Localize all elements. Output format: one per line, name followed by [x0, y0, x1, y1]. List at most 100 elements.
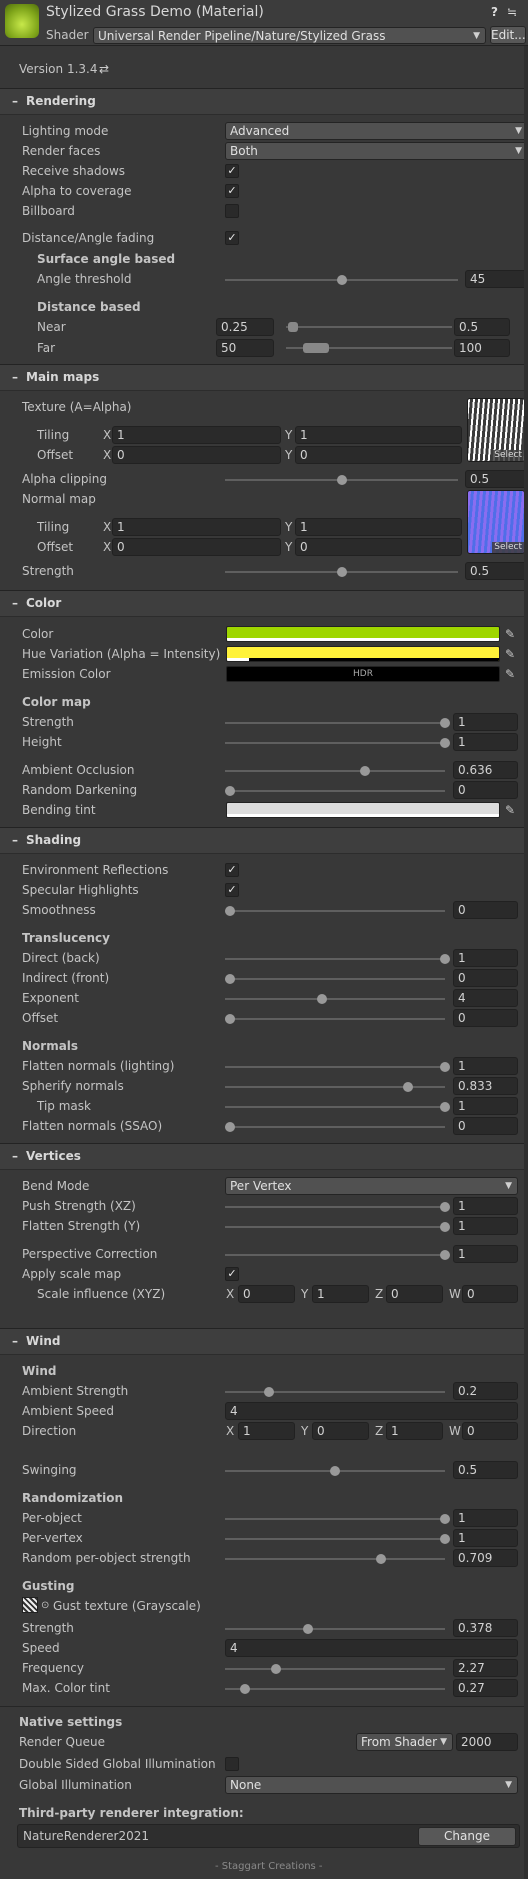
- section-shading-header[interactable]: – Shading: [0, 827, 528, 854]
- render-queue-mode-dropdown[interactable]: From Shader ▼: [356, 1733, 453, 1751]
- color-map-strength-field[interactable]: 1: [453, 713, 518, 731]
- select-texture-button[interactable]: Select: [492, 450, 524, 461]
- gust-strength-field[interactable]: 0.378: [453, 1619, 518, 1637]
- material-preview-icon[interactable]: [5, 4, 39, 38]
- eyedropper-icon[interactable]: ✎: [501, 666, 519, 682]
- far-range-slider[interactable]: [286, 343, 452, 353]
- swinging-field[interactable]: 0.5: [453, 1461, 518, 1479]
- bend-mode-dropdown[interactable]: Per Vertex ▼: [225, 1177, 518, 1195]
- flatten-strength-field[interactable]: 1: [453, 1217, 518, 1235]
- angle-threshold-slider[interactable]: [225, 275, 458, 285]
- normal-map-thumbnail[interactable]: Select: [467, 490, 525, 554]
- slider-handle[interactable]: [225, 1014, 235, 1024]
- alpha-clipping-field[interactable]: 0.5: [465, 470, 528, 488]
- receive-shadows-checkbox[interactable]: ✓: [225, 164, 239, 178]
- angle-threshold-field[interactable]: 45: [465, 270, 528, 288]
- settings-icon[interactable]: ≒: [507, 3, 517, 21]
- slider-handle[interactable]: [330, 1466, 340, 1476]
- scale-w-field[interactable]: 0: [462, 1285, 518, 1303]
- normal-strength-slider[interactable]: [225, 567, 458, 577]
- bending-tint-swatch[interactable]: [226, 802, 500, 818]
- random-darkening-slider[interactable]: [225, 786, 445, 796]
- slider-handle[interactable]: [440, 1202, 450, 1212]
- slider-handle[interactable]: [225, 1122, 235, 1132]
- select-normal-button[interactable]: Select: [492, 542, 524, 553]
- exponent-field[interactable]: 4: [453, 989, 518, 1007]
- section-wind-header[interactable]: – Wind: [0, 1328, 528, 1355]
- distance-angle-fading-checkbox[interactable]: ✓: [225, 231, 239, 245]
- slider-handle[interactable]: [440, 738, 450, 748]
- per-object-slider[interactable]: [225, 1514, 450, 1524]
- swinging-slider[interactable]: [225, 1466, 445, 1476]
- slider-handle[interactable]: [440, 718, 450, 728]
- slider-handle[interactable]: [270, 1664, 281, 1674]
- hue-variation-swatch[interactable]: [226, 646, 500, 662]
- slider-handle[interactable]: [403, 1082, 414, 1092]
- eyedropper-icon[interactable]: ✎: [501, 626, 519, 642]
- ambient-strength-slider[interactable]: [225, 1387, 445, 1397]
- smoothness-field[interactable]: 0: [453, 901, 518, 919]
- help-icon[interactable]: ?: [491, 3, 498, 21]
- gust-strength-slider[interactable]: [225, 1624, 445, 1634]
- env-reflections-checkbox[interactable]: ✓: [225, 863, 239, 877]
- scale-z-field[interactable]: 0: [386, 1285, 443, 1303]
- lighting-mode-dropdown[interactable]: Advanced ▼: [225, 122, 528, 140]
- slider-handle[interactable]: [316, 994, 327, 1004]
- range-handle[interactable]: [303, 343, 329, 353]
- slider-handle[interactable]: [336, 567, 347, 577]
- offset-slider[interactable]: [225, 1014, 445, 1024]
- flatten-strength-slider[interactable]: [225, 1222, 450, 1232]
- per-vertex-field[interactable]: 1: [453, 1529, 518, 1547]
- render-queue-field[interactable]: 2000: [456, 1733, 518, 1751]
- albedo-texture-thumbnail[interactable]: Select: [467, 398, 525, 462]
- gust-texture-thumbnail[interactable]: [22, 1597, 38, 1613]
- range-handle[interactable]: [288, 322, 298, 332]
- emission-color-swatch[interactable]: HDR: [226, 666, 500, 682]
- alpha-clipping-slider[interactable]: [225, 475, 458, 485]
- slider-handle[interactable]: [440, 1514, 450, 1524]
- section-rendering-header[interactable]: – Rendering: [0, 88, 528, 115]
- slider-handle[interactable]: [440, 1102, 450, 1112]
- ambient-occlusion-slider[interactable]: [225, 766, 445, 776]
- tip-mask-field[interactable]: 1: [453, 1097, 518, 1115]
- random-strength-slider[interactable]: [225, 1554, 445, 1564]
- slider-handle[interactable]: [440, 1534, 450, 1544]
- edit-shader-button[interactable]: Edit...: [490, 26, 526, 44]
- frequency-slider[interactable]: [225, 1664, 445, 1674]
- max-color-tint-field[interactable]: 0.27: [453, 1679, 518, 1697]
- normal-strength-field[interactable]: 0.5: [465, 562, 528, 580]
- height-field[interactable]: 1: [453, 733, 518, 751]
- double-sided-gi-checkbox[interactable]: [225, 1757, 239, 1771]
- tip-mask-slider[interactable]: [225, 1102, 450, 1112]
- slider-handle[interactable]: [225, 906, 235, 916]
- ambient-occlusion-field[interactable]: 0.636: [453, 761, 518, 779]
- tex-tiling-x-field[interactable]: 1: [112, 426, 281, 444]
- slider-handle[interactable]: [336, 275, 347, 285]
- height-slider[interactable]: [225, 738, 450, 748]
- near-min-field[interactable]: 0.25: [216, 318, 274, 336]
- slider-handle[interactable]: [336, 475, 347, 485]
- apply-scale-map-checkbox[interactable]: ✓: [225, 1267, 239, 1281]
- push-strength-field[interactable]: 1: [453, 1197, 518, 1215]
- smoothness-slider[interactable]: [225, 906, 445, 916]
- color-swatch[interactable]: [226, 626, 500, 642]
- ambient-speed-field[interactable]: 4: [225, 1402, 518, 1420]
- spherify-normals-slider[interactable]: [225, 1082, 445, 1092]
- flatten-lighting-field[interactable]: 1: [453, 1057, 518, 1075]
- direct-back-slider[interactable]: [225, 954, 450, 964]
- tex-tiling-y-field[interactable]: 1: [295, 426, 462, 444]
- max-color-tint-slider[interactable]: [225, 1684, 445, 1694]
- push-strength-slider[interactable]: [225, 1202, 450, 1212]
- refresh-icon[interactable]: ⇄: [99, 60, 109, 78]
- indirect-front-field[interactable]: 0: [453, 969, 518, 987]
- indirect-front-slider[interactable]: [225, 974, 445, 984]
- direction-z-field[interactable]: 1: [386, 1422, 443, 1440]
- direct-back-field[interactable]: 1: [453, 949, 518, 967]
- flatten-ssao-field[interactable]: 0: [453, 1117, 518, 1135]
- tex-offset-y-field[interactable]: 0: [295, 446, 462, 464]
- direction-w-field[interactable]: 0: [462, 1422, 518, 1440]
- scale-y-field[interactable]: 1: [312, 1285, 369, 1303]
- flatten-lighting-slider[interactable]: [225, 1062, 450, 1072]
- frequency-field[interactable]: 2.27: [453, 1659, 518, 1677]
- section-vertices-header[interactable]: – Vertices: [0, 1143, 528, 1170]
